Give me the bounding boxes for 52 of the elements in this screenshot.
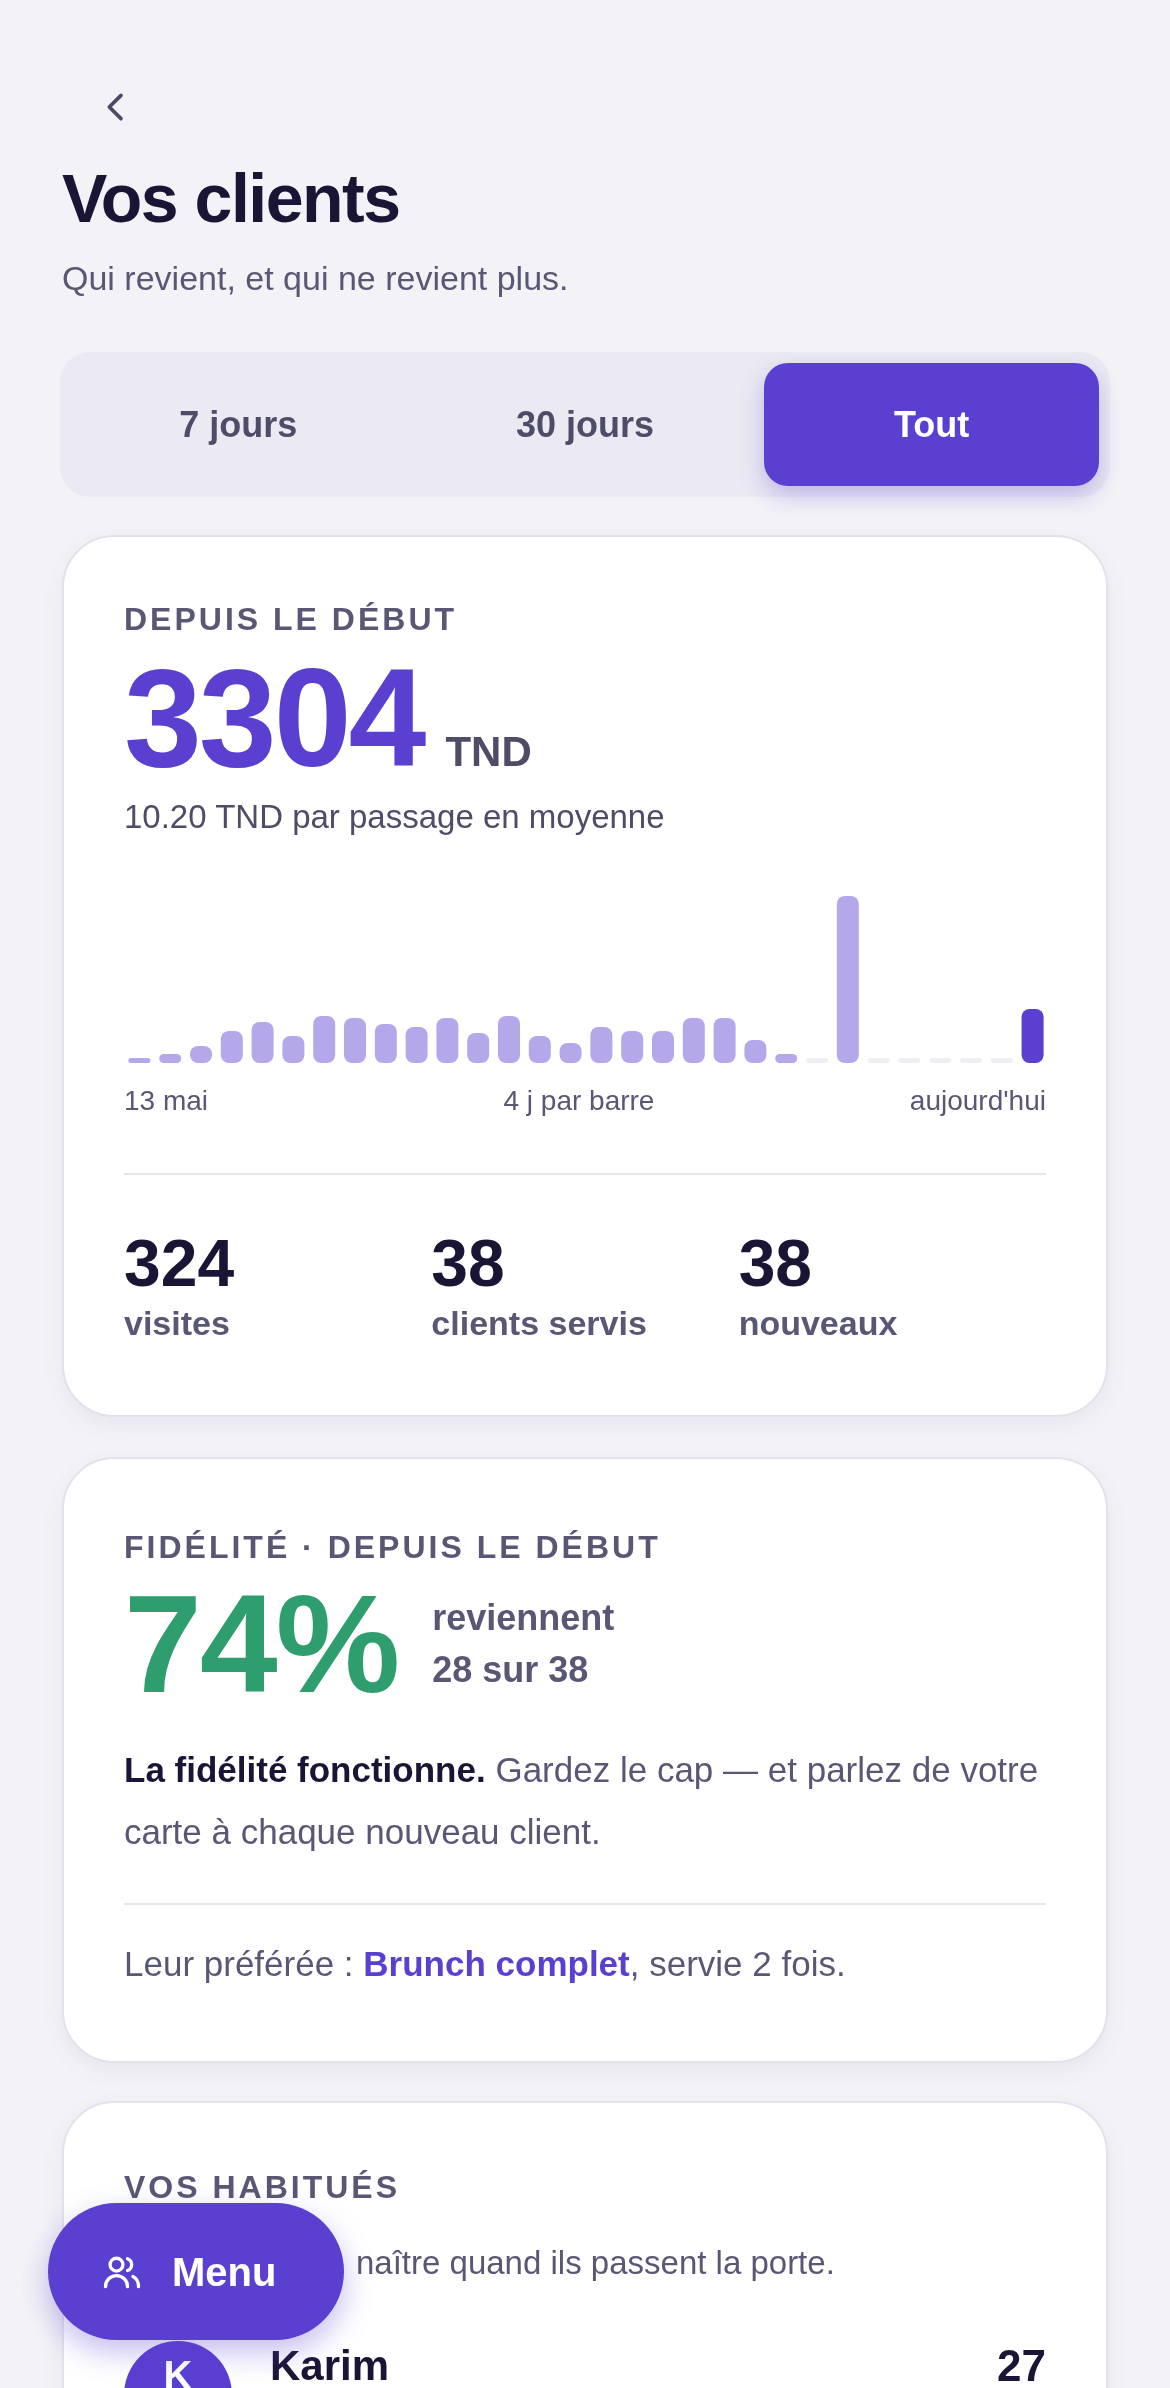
loyalty-rate: 74% <box>124 1579 399 1709</box>
chart-bar <box>190 1046 212 1063</box>
chart-step-label: 4 j par barre <box>503 1084 655 1118</box>
visit-count: 27 <box>997 2341 1046 2388</box>
period-tab[interactable]: 7 jours <box>71 363 406 486</box>
card-label: DEPUIS LE DÉBUT <box>124 600 459 639</box>
chart-bar <box>744 1040 767 1063</box>
stat-value: 38 <box>738 1225 814 1301</box>
chart-bar <box>498 1016 520 1063</box>
chart-bar <box>1021 1009 1044 1063</box>
chart-bar <box>713 1018 736 1063</box>
stat-value: 38 <box>431 1225 506 1301</box>
stat-label: visites <box>124 1303 231 1344</box>
period-tab[interactable]: Tout <box>764 363 1099 486</box>
client-name: Karim <box>270 2341 391 2388</box>
menu-button[interactable]: Menu <box>48 2203 344 2340</box>
favorite-dish-text: Leur préférée : Brunch complet, servie 2 fois. <box>124 1943 847 1985</box>
chart-bar <box>344 1018 366 1063</box>
chart-bar <box>282 1036 305 1063</box>
regulars-subtitle: naître quand ils passent la porte. <box>356 2243 836 2283</box>
period-tab[interactable]: 30 jours <box>417 363 753 486</box>
average-text: 10.20 TND par passage en moyenne <box>124 797 666 837</box>
currency-label: TND <box>445 727 532 777</box>
stat-label: clients servis <box>431 1303 648 1344</box>
chart-bar <box>374 1024 397 1063</box>
chart-bar <box>159 1054 182 1063</box>
chart-start-label: 13 mai <box>124 1084 209 1118</box>
chart-bar <box>128 1058 151 1063</box>
chart-bar <box>682 1018 705 1063</box>
chart-bar <box>467 1033 490 1063</box>
chart-bar <box>220 1031 243 1063</box>
chart-bar <box>313 1016 336 1063</box>
page-title: Vos clients <box>62 159 401 238</box>
revenue-amount: 3304 <box>124 643 424 793</box>
dish-link[interactable]: Brunch complet <box>363 1944 630 1983</box>
stat-value: 324 <box>124 1225 236 1301</box>
chart-bar <box>405 1027 428 1063</box>
chart-bar <box>528 1036 551 1063</box>
card-label: FIDÉLITÉ · DEPUIS LE DÉBUT <box>124 1528 662 1567</box>
chart-bar <box>559 1043 582 1063</box>
returning-label: reviennent <box>432 1596 615 1640</box>
chart-end-label: aujourd'hui <box>909 1084 1046 1118</box>
loyalty-message: La fidélité fonctionne. Gardez le cap — et parlez de votre carte à chaque nouveau client. <box>124 1749 1040 1853</box>
returning-ratio: 28 sur 38 <box>432 1648 590 1692</box>
chart-bar <box>590 1027 613 1063</box>
page-subtitle: Qui revient, et qui ne revient plus. <box>62 258 570 299</box>
chart-bar <box>251 1022 274 1063</box>
chart-bar <box>652 1031 674 1063</box>
chart-bar <box>621 1031 644 1063</box>
stat-label: nouveaux <box>738 1303 899 1344</box>
chart-bar <box>436 1018 459 1063</box>
chart-bar <box>775 1054 798 1063</box>
